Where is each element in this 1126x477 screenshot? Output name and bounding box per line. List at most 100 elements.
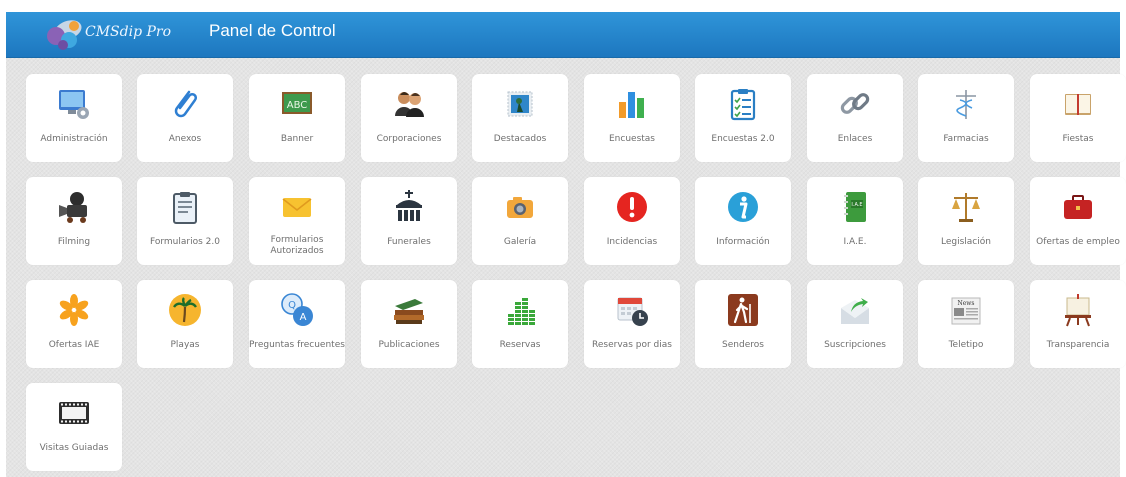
paperclip-icon	[174, 90, 198, 118]
tile-transparencia[interactable]: Transparencia	[1030, 280, 1126, 368]
tile-anexos[interactable]: Anexos	[137, 74, 233, 162]
tile-label: Publicaciones	[378, 340, 440, 350]
tile-legislacion[interactable]: Legislación	[918, 177, 1014, 265]
tile-iae[interactable]: I.A.E I.A.E.	[807, 177, 903, 265]
tile-label: Fiestas	[1062, 134, 1094, 144]
tile-label: Preguntas frecuentes	[249, 340, 345, 350]
tile-label: Galería	[503, 237, 537, 247]
tile-filming[interactable]: Filming	[26, 177, 122, 265]
checklist-clipboard-icon	[730, 89, 756, 121]
tile-label: Filming	[57, 237, 91, 247]
tile-label: Anexos	[168, 134, 202, 144]
tile-corporaciones[interactable]: Corporaciones	[361, 74, 457, 162]
orange-asterisk-icon	[59, 294, 89, 326]
bar-chart-icon	[619, 92, 644, 118]
caduceus-icon	[956, 90, 976, 119]
tile-ofertas-iae[interactable]: Ofertas IAE	[26, 280, 122, 368]
abc-chalkboard-icon: ABC	[282, 92, 312, 114]
tile-senderos[interactable]: Senderos	[695, 280, 791, 368]
tile-publicaciones[interactable]: Publicaciones	[361, 280, 457, 368]
tile-formularios-2[interactable]: Formularios 2.0	[137, 177, 233, 265]
tile-banner[interactable]: ABC Banner	[249, 74, 345, 162]
tile-label: Encuestas 2.0	[711, 134, 775, 144]
svg-text:I.A.E: I.A.E	[851, 202, 862, 208]
envelope-icon	[282, 198, 312, 217]
content-area: CMSdip Pro Panel de Control Administraci…	[6, 12, 1126, 477]
tile-preguntas-frecuentes[interactable]: Q A Preguntas frecuentes	[249, 280, 345, 368]
tile-label: Visitas Guiadas	[39, 443, 109, 453]
easel-icon	[1065, 294, 1091, 327]
tile-farmacias[interactable]: Farmacias	[918, 74, 1014, 162]
tile-destacados[interactable]: Destacados	[472, 74, 568, 162]
scales-icon	[952, 193, 980, 222]
tile-visitas-guiadas[interactable]: Visitas Guiadas	[26, 383, 122, 471]
info-icon	[728, 192, 758, 222]
tile-suscripciones[interactable]: Suscripciones	[807, 280, 903, 368]
tile-label: Formularios Autorizados	[270, 235, 324, 256]
stamp-picture-icon	[507, 91, 533, 117]
tile-label: Encuestas	[608, 134, 655, 144]
mail-arrow-icon	[841, 298, 869, 324]
palm-tree-icon	[169, 294, 201, 326]
top-bar: CMSdip Pro Panel de Control	[6, 12, 1120, 58]
tile-teletipo[interactable]: News Teletipo	[918, 280, 1014, 368]
hiker-icon	[728, 294, 758, 326]
movie-camera-icon	[59, 192, 87, 223]
tile-playas[interactable]: Playas	[137, 280, 233, 368]
tile-label: I.A.E.	[843, 237, 867, 247]
svg-text:A: A	[300, 312, 307, 323]
tile-label: Legislación	[941, 237, 991, 247]
tile-formularios-autorizados[interactable]: Formularios Autorizados	[249, 177, 345, 265]
tile-label: Incidencias	[606, 237, 658, 247]
tile-label: Formularios 2.0	[150, 237, 220, 247]
tile-administracion[interactable]: Administración	[26, 74, 122, 162]
church-icon	[396, 190, 422, 221]
green-notebook-icon: I.A.E	[844, 192, 866, 222]
books-icon	[394, 299, 424, 324]
tile-galeria[interactable]: Galería	[472, 177, 568, 265]
cmsdip-logo-icon	[47, 20, 82, 50]
tile-label: Reservas	[499, 340, 541, 350]
newspaper-icon: News	[951, 297, 981, 325]
tile-label: Transparencia	[1046, 340, 1110, 350]
tile-label: Reservas por dias	[592, 340, 672, 350]
tile-label: Farmacias	[943, 134, 989, 144]
tile-encuestas-2[interactable]: Encuestas 2.0	[695, 74, 791, 162]
tile-incidencias[interactable]: Incidencias	[584, 177, 680, 265]
tile-label: Administración	[40, 134, 108, 144]
alert-icon	[617, 192, 647, 222]
tile-label: Corporaciones	[376, 134, 442, 144]
tile-label: Playas	[170, 340, 200, 350]
tile-label: Banner	[280, 134, 314, 144]
brand-name: CMSdip Pro	[85, 24, 172, 40]
green-bars-icon	[508, 298, 535, 325]
briefcase-icon	[1064, 195, 1092, 219]
qa-bubbles-icon: Q A	[281, 293, 313, 326]
tile-label: Teletipo	[948, 340, 984, 350]
film-strip-icon	[59, 402, 89, 424]
tile-label: Enlaces	[837, 134, 873, 144]
tile-label: Destacados	[493, 134, 547, 144]
svg-text:ABC: ABC	[287, 100, 308, 111]
calendar-clock-icon	[617, 297, 648, 326]
tile-encuestas[interactable]: Encuestas	[584, 74, 680, 162]
people-icon	[395, 92, 424, 117]
tile-reservas[interactable]: Reservas	[472, 280, 568, 368]
tile-label: Ofertas IAE	[48, 340, 100, 350]
chain-link-icon	[840, 93, 870, 114]
tile-label: Senderos	[722, 340, 764, 350]
tile-fiestas[interactable]: Fiestas	[1030, 74, 1126, 162]
camera-icon	[507, 197, 533, 218]
form-clipboard-icon	[173, 192, 197, 224]
tile-reservas-por-dias[interactable]: Reservas por dias	[584, 280, 680, 368]
tile-funerales[interactable]: Funerales	[361, 177, 457, 265]
tile-informacion[interactable]: Información	[695, 177, 791, 265]
admin-monitor-gear-icon	[59, 90, 89, 119]
tile-enlaces[interactable]: Enlaces	[807, 74, 903, 162]
tile-ofertas-empleo[interactable]: Ofertas de empleo	[1030, 177, 1126, 265]
tile-label: Información	[716, 237, 770, 247]
page-title: Panel de Control	[209, 21, 336, 40]
svg-text:News: News	[957, 300, 974, 307]
tile-label: Funerales	[387, 237, 431, 247]
svg-text:Q: Q	[288, 300, 296, 311]
